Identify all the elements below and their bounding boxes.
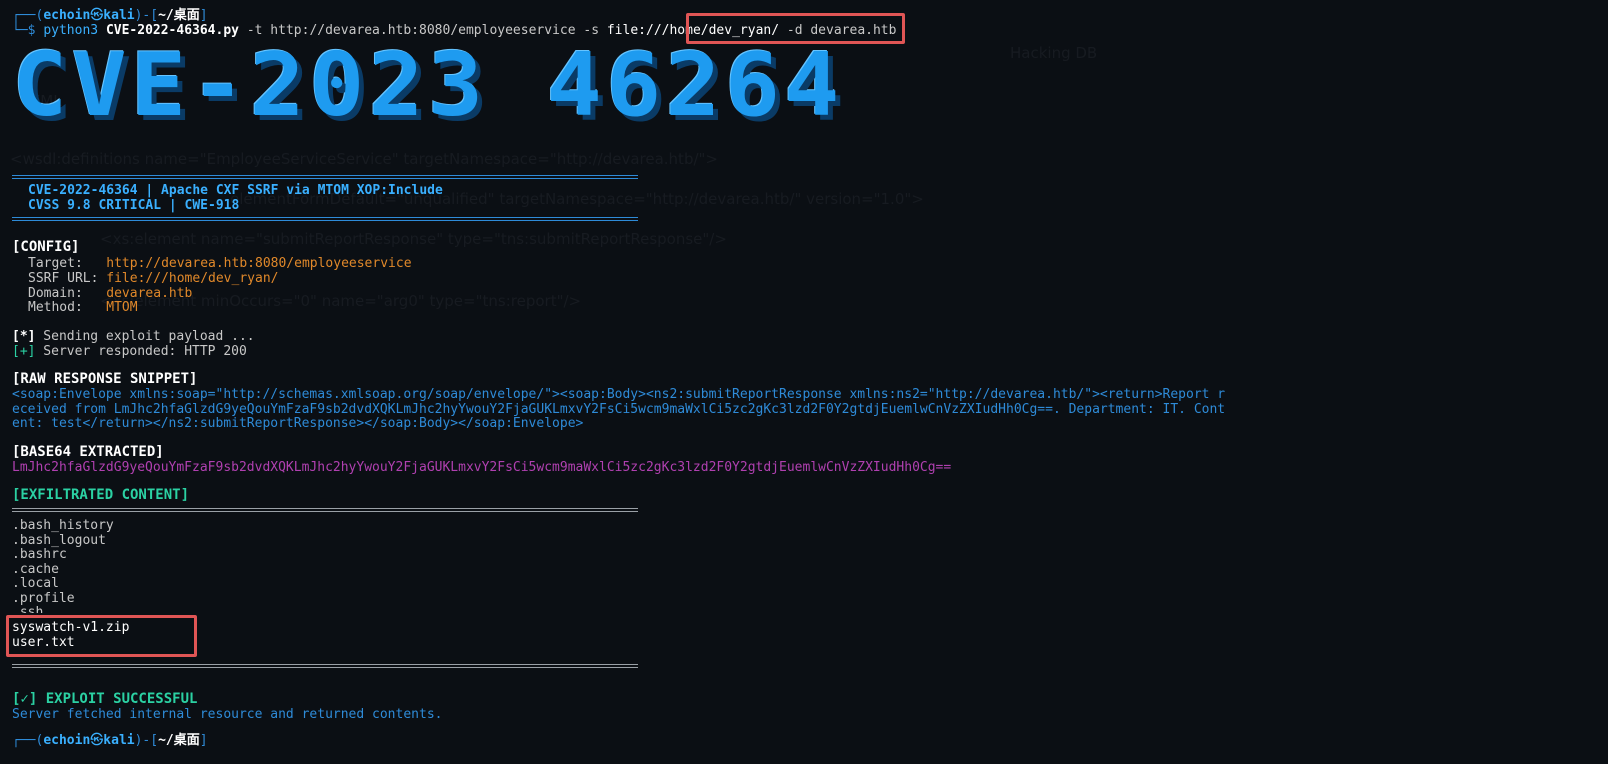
exfil-title: [EXFILTRATED CONTENT] bbox=[12, 487, 190, 503]
raw-line: <soap:Envelope xmlns:soap="http://schema… bbox=[12, 387, 1226, 402]
file-item: .ssh bbox=[12, 605, 44, 613]
b64-title: [BASE64 EXTRACTED] bbox=[12, 444, 164, 460]
file-item: .profile bbox=[12, 591, 75, 606]
prompt-top-line: ┌──(echoin㉿kali)-[~/桌面] bbox=[12, 8, 208, 23]
header-title: CVE-2022-46364 | Apache CXF SSRF via MTO… bbox=[28, 183, 443, 198]
prompt-bottom-line: ┌──(echoin㉿kali)-[~/桌面] bbox=[12, 733, 208, 748]
b64-value: LmJhc2hfaGlzdG9yeQouYmFzaF9sb2dvdXQKLmJh… bbox=[12, 460, 952, 475]
config-method: Method: MTOM bbox=[28, 300, 138, 315]
config-domain: Domain: devarea.htb bbox=[28, 286, 193, 301]
file-item: .bash_history bbox=[12, 518, 114, 533]
raw-line: eceived from LmJhc2hfaGlzdG9yeQouYmFzaF9… bbox=[12, 402, 1226, 417]
header-cvss: CVSS 9.8 CRITICAL | CWE-918 bbox=[28, 198, 240, 213]
result-message: Server fetched internal resource and ret… bbox=[12, 707, 443, 722]
status-responded: [+] Server responded: HTTP 200 bbox=[12, 344, 247, 359]
config-ssrf: SSRF URL: file:///home/dev_ryan/ bbox=[28, 271, 279, 286]
file-item: .cache bbox=[12, 562, 59, 577]
highlight-box-files bbox=[6, 615, 197, 657]
file-item: .bashrc bbox=[12, 547, 67, 562]
file-item: .local bbox=[12, 576, 59, 591]
terminal-window[interactable]: ┌──(echoin㉿kali)-[~/桌面] └─$ python3 CVE-… bbox=[0, 0, 1608, 764]
raw-title: [RAW RESPONSE SNIPPET] bbox=[12, 371, 198, 387]
divider bbox=[12, 175, 638, 179]
divider bbox=[12, 508, 638, 512]
config-title: [CONFIG] bbox=[12, 239, 80, 255]
config-target: Target: http://devarea.htb:8080/employee… bbox=[28, 256, 412, 271]
ascii-banner: CVE-2023 46264 bbox=[12, 34, 844, 137]
divider bbox=[12, 664, 638, 668]
divider bbox=[12, 217, 638, 221]
raw-line: ent: test</return></ns2:submitReportResp… bbox=[12, 416, 584, 431]
result-title: [✓] EXPLOIT SUCCESSFUL bbox=[12, 691, 198, 707]
status-sending: [*] Sending exploit payload ... bbox=[12, 329, 255, 344]
file-item: .bash_logout bbox=[12, 533, 106, 548]
